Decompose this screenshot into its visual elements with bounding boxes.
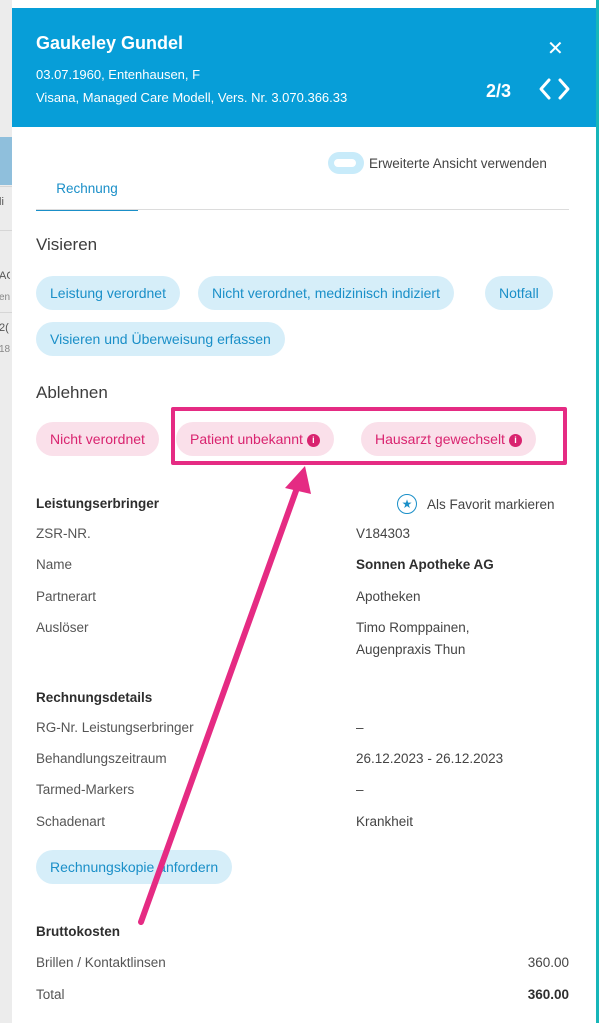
highlight-box <box>171 407 567 465</box>
tab-rechnung[interactable]: Rechnung <box>36 180 138 211</box>
background-text: 2( <box>0 322 9 334</box>
request-invoice-copy-button[interactable]: Rechnungskopie anfordern <box>36 850 233 884</box>
visieren-ueberweisung-button[interactable]: Visieren und Überweisung erfassen <box>36 322 285 356</box>
tab-divider <box>36 209 569 210</box>
patient-header: Gaukeley Gundel 03.07.1960, Entenhausen,… <box>12 8 596 127</box>
star-icon: ★ <box>397 494 417 514</box>
toggle-knob <box>333 158 357 168</box>
partnerart-label: Partnerart <box>36 589 97 604</box>
total-value: 360.00 <box>527 987 569 1002</box>
extended-view-label: Erweiterte Ansicht verwenden <box>369 155 547 171</box>
background-text: en <box>0 292 10 303</box>
nicht-verordnet-button[interactable]: Nicht verordnet <box>36 422 159 456</box>
background-text: AG <box>0 270 10 282</box>
leistungserbringer-title: Leistungserbringer <box>36 496 160 511</box>
zsr-value: V184303 <box>356 526 411 541</box>
background-text: 18 <box>0 344 10 355</box>
favorite-toggle[interactable]: ★ Als Favorit markieren <box>397 494 555 514</box>
background-text: li <box>0 196 4 208</box>
notfall-button[interactable]: Notfall <box>485 276 553 310</box>
visieren-title: Visieren <box>36 235 98 254</box>
zsr-label: ZSR-NR. <box>36 526 91 541</box>
rg-nr-label: RG-Nr. Leistungserbringer <box>36 720 194 735</box>
partnerart-value: Apotheken <box>356 589 421 604</box>
ausloeser-value: Timo Romppainen, <box>356 620 470 635</box>
cost-item-value: 360.00 <box>527 955 569 970</box>
chevron-right-icon[interactable] <box>556 74 573 104</box>
insurance-details: Visana, Managed Care Modell, Vers. Nr. 3… <box>36 90 348 105</box>
schadenart-value: Krankheit <box>356 814 414 829</box>
schadenart-label: Schadenart <box>36 814 106 829</box>
invoice-detail-panel: Gaukeley Gundel 03.07.1960, Entenhausen,… <box>12 0 596 1023</box>
pager-count: 2/3 <box>486 81 512 101</box>
name-value: Sonnen Apotheke AG <box>356 557 494 572</box>
background-divider <box>0 312 12 313</box>
pager-navigation <box>537 74 573 104</box>
close-icon[interactable]: ✕ <box>547 39 564 59</box>
patient-name: Gaukeley Gundel <box>36 33 184 53</box>
background-divider <box>0 186 12 187</box>
total-label: Total <box>36 987 65 1002</box>
ausloeser-label: Auslöser <box>36 620 89 635</box>
cost-item-label: Brillen / Kontaktlinsen <box>36 955 166 970</box>
background-divider <box>0 230 12 231</box>
extended-view-toggle-row: Erweiterte Ansicht verwenden <box>328 152 547 174</box>
tarmed-markers-label: Tarmed-Markers <box>36 782 135 797</box>
ablehnen-title: Ablehnen <box>36 383 108 402</box>
background-row-highlight <box>0 137 12 185</box>
behandlungszeitraum-label: Behandlungszeitraum <box>36 751 167 766</box>
extended-view-toggle[interactable] <box>328 152 364 174</box>
behandlungszeitraum-value: 26.12.2023 - 26.12.2023 <box>356 751 504 766</box>
favorite-label: Als Favorit markieren <box>427 496 555 512</box>
ausloeser-value-line2: Augenpraxis Thun <box>356 642 466 657</box>
bruttokosten-title: Bruttokosten <box>36 924 120 939</box>
name-label: Name <box>36 557 73 572</box>
nicht-verordnet-indiziert-button[interactable]: Nicht verordnet, medizinisch indiziert <box>198 276 454 310</box>
rg-nr-value: – <box>356 720 364 735</box>
leistung-verordnet-button[interactable]: Leistung verordnet <box>36 276 180 310</box>
rechnungsdetails-title: Rechnungsdetails <box>36 690 153 705</box>
tarmed-markers-value: – <box>356 782 364 797</box>
chevron-left-icon[interactable] <box>537 74 554 104</box>
patient-details: 03.07.1960, Entenhausen, F <box>36 67 201 82</box>
